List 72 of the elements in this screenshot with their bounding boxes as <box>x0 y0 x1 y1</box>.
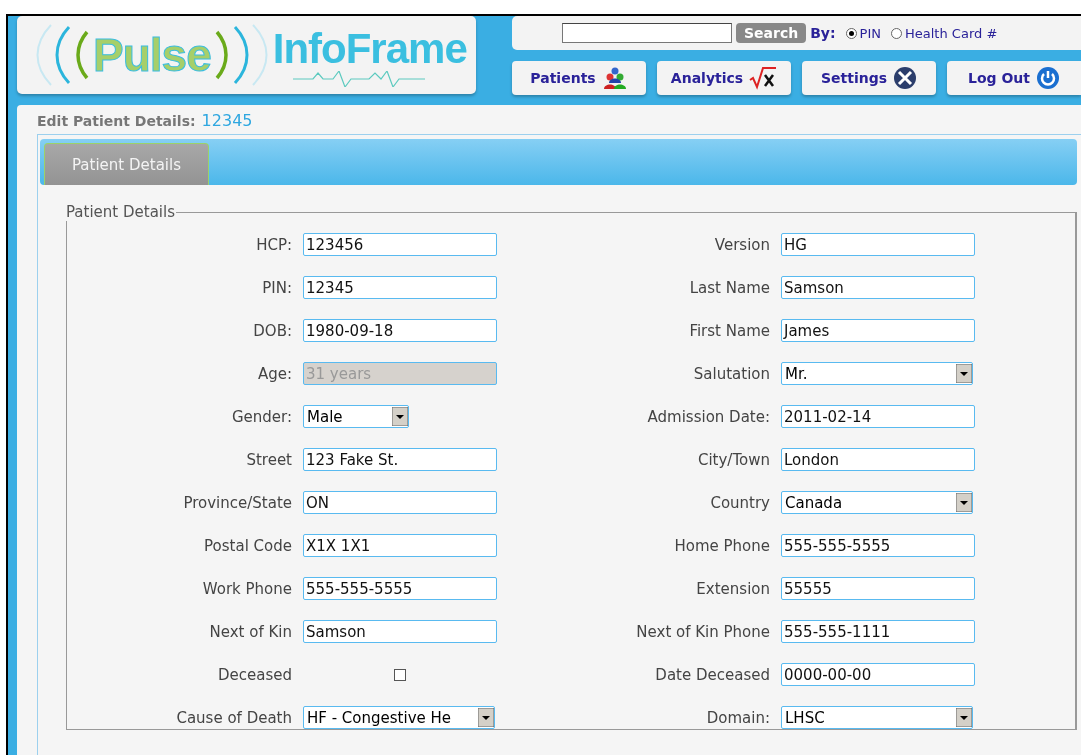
dropdown[interactable]: HF - Congestive He <box>303 706 495 729</box>
search-button[interactable]: Search <box>736 23 807 43</box>
dropdown[interactable]: Mr. <box>781 362 973 385</box>
dropdown-arrow-icon[interactable] <box>478 708 494 727</box>
field-label: HCP: <box>255 235 293 254</box>
field-label: DOB: <box>252 321 293 340</box>
field-label: Province/State <box>182 493 293 512</box>
radio-label: Health Card # <box>905 25 998 41</box>
radio-button[interactable] <box>845 27 857 39</box>
page-heading: Edit Patient Details: <box>37 113 196 129</box>
input-field[interactable]: 1980-09-18 <box>303 319 497 342</box>
people-icon <box>601 66 628 90</box>
field-label: Next of Kin Phone <box>635 622 771 641</box>
field-label: Gender: <box>230 407 293 426</box>
field-label: Domain: <box>705 708 771 727</box>
field-label: Home Phone <box>673 536 771 555</box>
field-label: Country <box>709 493 771 512</box>
field-label: Cause of Death <box>175 708 293 727</box>
fieldset-legend: Patient Details <box>65 203 176 221</box>
dropdown[interactable]: LHSC <box>781 706 973 729</box>
input-field[interactable]: X1X 1X1 <box>303 534 497 557</box>
field-label: First Name <box>688 321 771 340</box>
input-field[interactable]: 55555 <box>781 577 975 600</box>
nav-button[interactable]: Settings <box>802 61 936 95</box>
dropdown-arrow-icon[interactable] <box>956 493 972 512</box>
input-field[interactable]: HG <box>781 233 975 256</box>
field-label: Admission Date: <box>646 407 771 426</box>
input-field[interactable]: 0000-00-00 <box>781 663 975 686</box>
field-label: Postal Code <box>203 536 293 555</box>
dropdown[interactable]: Male <box>303 405 409 428</box>
field-label: Age: <box>256 364 293 383</box>
field-label: City/Town <box>696 450 771 469</box>
nav-button[interactable]: Log Out <box>947 61 1081 95</box>
dropdown-arrow-icon[interactable] <box>956 708 972 727</box>
input-field[interactable]: Samson <box>303 620 497 643</box>
field-label: Street <box>245 450 293 469</box>
input-field[interactable]: ON <box>303 491 497 514</box>
input-field[interactable]: 123 Fake St. <box>303 448 497 471</box>
input-field[interactable]: 555-555-1111 <box>781 620 975 643</box>
field-label: Next of Kin <box>208 622 293 641</box>
field-label: Date Deceased <box>654 665 771 684</box>
field-label: Deceased <box>217 665 293 684</box>
field-label: Last Name <box>688 278 771 297</box>
field-label: PIN: <box>261 278 293 297</box>
dropdown-arrow-icon[interactable] <box>392 407 408 426</box>
field-label: Work Phone <box>201 579 293 598</box>
search-by-label: By: <box>810 25 836 41</box>
power-icon <box>1036 66 1060 90</box>
square-root-icon <box>749 66 778 90</box>
logo-text: InfoFrame <box>272 27 467 71</box>
input-field[interactable]: London <box>781 448 975 471</box>
logo-text: Pulse <box>93 28 211 82</box>
input-field[interactable]: James <box>781 319 975 342</box>
dropdown-arrow-icon[interactable] <box>956 364 972 383</box>
nav-button[interactable]: Patients <box>512 61 646 95</box>
search-field[interactable] <box>562 23 732 43</box>
input-field[interactable]: 2011-02-14 <box>781 405 975 428</box>
field-label: Version <box>713 235 771 254</box>
input-field[interactable]: 12345 <box>303 276 497 299</box>
tools-icon <box>893 66 918 90</box>
dropdown[interactable]: Canada <box>781 491 973 514</box>
field-label: Extension <box>695 579 771 598</box>
nav-button[interactable]: Analytics <box>657 61 791 95</box>
field-label: Salutation <box>692 364 771 383</box>
input-field[interactable]: 123456 <box>303 233 497 256</box>
radio-label: PIN <box>859 25 881 41</box>
input-field[interactable]: 555-555-5555 <box>781 534 975 557</box>
patient-id: 12345 <box>201 111 253 130</box>
input-field[interactable]: 555-555-5555 <box>303 577 497 600</box>
radio-button[interactable] <box>891 27 902 39</box>
input-field[interactable]: Samson <box>781 276 975 299</box>
checkbox[interactable] <box>394 668 406 681</box>
